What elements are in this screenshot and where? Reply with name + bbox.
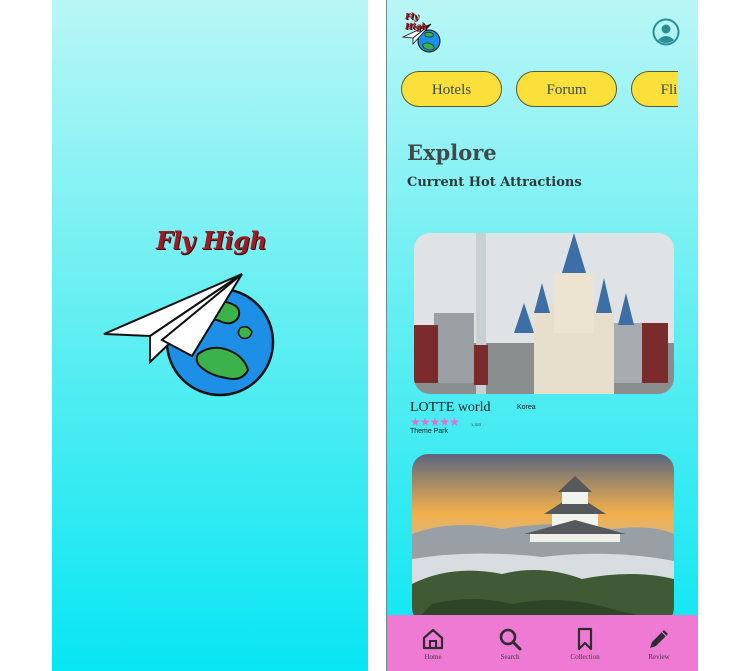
- attraction-name[interactable]: LOTTE world: [410, 400, 490, 416]
- attraction-country: Korea: [517, 404, 536, 411]
- pencil-icon: [650, 630, 668, 648]
- nav-collection[interactable]: Collection: [565, 627, 605, 669]
- rating-stars: ★★★★★: [410, 415, 460, 429]
- chip-hotels[interactable]: Hotels: [401, 71, 502, 107]
- home-icon: [422, 628, 444, 650]
- brand-title: Fly High: [405, 11, 428, 31]
- lotte-world-castle-photo[interactable]: [414, 233, 674, 394]
- nav-label: Collection: [570, 653, 600, 661]
- home-screen: Fly High Hotels Forum Flights Explore Cu…: [387, 0, 698, 671]
- attraction-category: Theme Park: [410, 428, 449, 435]
- bottom-nav: Home Search Collection Review: [387, 615, 698, 671]
- user-account-icon[interactable]: [652, 18, 680, 46]
- nav-label: Review: [648, 653, 670, 661]
- brand-title: Fly High: [156, 226, 267, 255]
- splash-screen: Fly High: [52, 0, 368, 671]
- himeji-castle-photo[interactable]: [412, 454, 674, 624]
- section-subtitle: Current Hot Attractions: [407, 175, 582, 190]
- chip-forum[interactable]: Forum: [516, 71, 617, 107]
- nav-search[interactable]: Search: [490, 627, 530, 669]
- nav-label: Home: [424, 653, 442, 661]
- paper-plane-globe-icon: [103, 273, 275, 397]
- nav-home[interactable]: Home: [413, 627, 453, 669]
- app-logo[interactable]: Fly High: [401, 11, 443, 54]
- category-chips: Hotels Forum Flights: [401, 71, 678, 109]
- page-title: Explore: [407, 140, 497, 165]
- bookmark-icon: [577, 627, 593, 651]
- nav-label: Search: [500, 653, 520, 661]
- review-count: 1,323: [471, 422, 482, 427]
- search-icon: [499, 628, 522, 651]
- chip-flights[interactable]: Flights: [631, 71, 678, 107]
- nav-review[interactable]: Review: [639, 627, 679, 669]
